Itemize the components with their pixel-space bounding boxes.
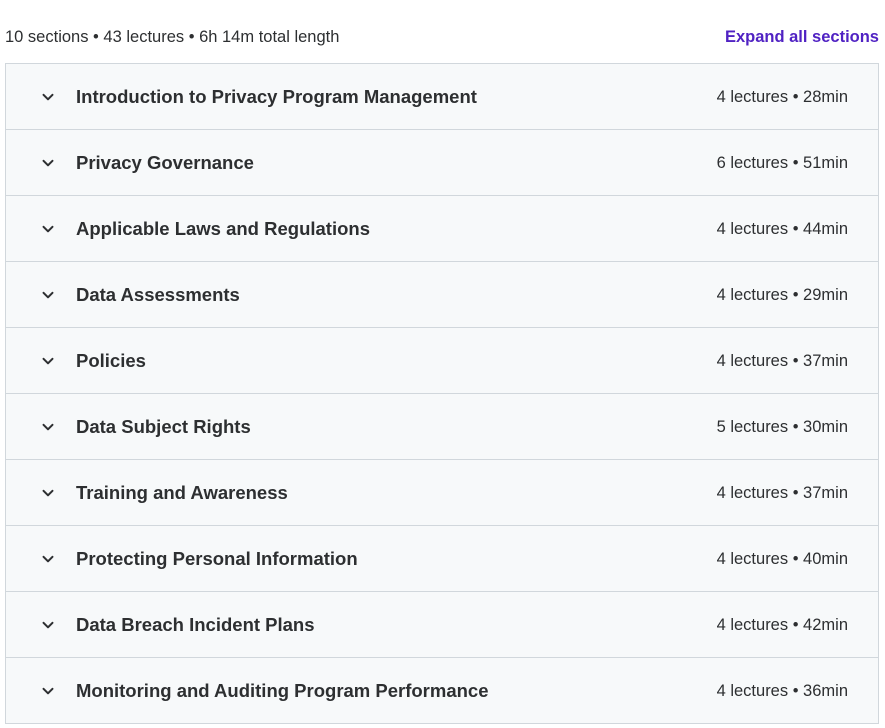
section-title: Data Subject Rights: [76, 416, 251, 437]
section-title: Policies: [76, 350, 146, 371]
section-meta: 4 lectures • 37min: [716, 484, 848, 502]
section-meta: 4 lectures • 44min: [716, 220, 848, 238]
section-meta: 5 lectures • 30min: [716, 418, 848, 436]
section-item[interactable]: Protecting Personal Information 4 lectur…: [6, 526, 878, 592]
chevron-down-icon: [40, 419, 56, 435]
chevron-down-icon: [40, 485, 56, 501]
section-item[interactable]: Data Subject Rights 5 lectures • 30min: [6, 394, 878, 460]
chevron-down-icon: [40, 551, 56, 567]
section-meta: 6 lectures • 51min: [716, 154, 848, 172]
section-meta: 4 lectures • 42min: [716, 616, 848, 634]
section-title: Privacy Governance: [76, 152, 254, 173]
chevron-down-icon: [40, 617, 56, 633]
section-item[interactable]: Data Assessments 4 lectures • 29min: [6, 262, 878, 328]
chevron-down-icon: [40, 155, 56, 171]
expand-all-sections-button[interactable]: Expand all sections: [725, 27, 879, 47]
chevron-down-icon: [40, 221, 56, 237]
section-item[interactable]: Applicable Laws and Regulations 4 lectur…: [6, 196, 878, 262]
section-item[interactable]: Introduction to Privacy Program Manageme…: [6, 64, 878, 130]
section-title: Data Assessments: [76, 284, 240, 305]
section-title: Training and Awareness: [76, 482, 288, 503]
section-meta: 4 lectures • 28min: [716, 88, 848, 106]
section-meta: 4 lectures • 36min: [716, 682, 848, 700]
section-list: Introduction to Privacy Program Manageme…: [5, 63, 879, 724]
chevron-down-icon: [40, 287, 56, 303]
section-title: Data Breach Incident Plans: [76, 614, 315, 635]
section-title: Protecting Personal Information: [76, 548, 358, 569]
section-item[interactable]: Privacy Governance 6 lectures • 51min: [6, 130, 878, 196]
chevron-down-icon: [40, 683, 56, 699]
section-item[interactable]: Training and Awareness 4 lectures • 37mi…: [6, 460, 878, 526]
curriculum-summary-bar: 10 sections • 43 lectures • 6h 14m total…: [0, 0, 885, 64]
section-meta: 4 lectures • 37min: [716, 352, 848, 370]
section-item[interactable]: Data Breach Incident Plans 4 lectures • …: [6, 592, 878, 658]
chevron-down-icon: [40, 353, 56, 369]
curriculum-summary-text: 10 sections • 43 lectures • 6h 14m total…: [5, 28, 340, 46]
section-title: Introduction to Privacy Program Manageme…: [76, 86, 477, 107]
course-curriculum: 10 sections • 43 lectures • 6h 14m total…: [0, 0, 885, 728]
section-item[interactable]: Policies 4 lectures • 37min: [6, 328, 878, 394]
section-item[interactable]: Monitoring and Auditing Program Performa…: [6, 658, 878, 724]
section-meta: 4 lectures • 29min: [716, 286, 848, 304]
section-title: Monitoring and Auditing Program Performa…: [76, 680, 489, 701]
section-meta: 4 lectures • 40min: [716, 550, 848, 568]
section-title: Applicable Laws and Regulations: [76, 218, 370, 239]
chevron-down-icon: [40, 89, 56, 105]
